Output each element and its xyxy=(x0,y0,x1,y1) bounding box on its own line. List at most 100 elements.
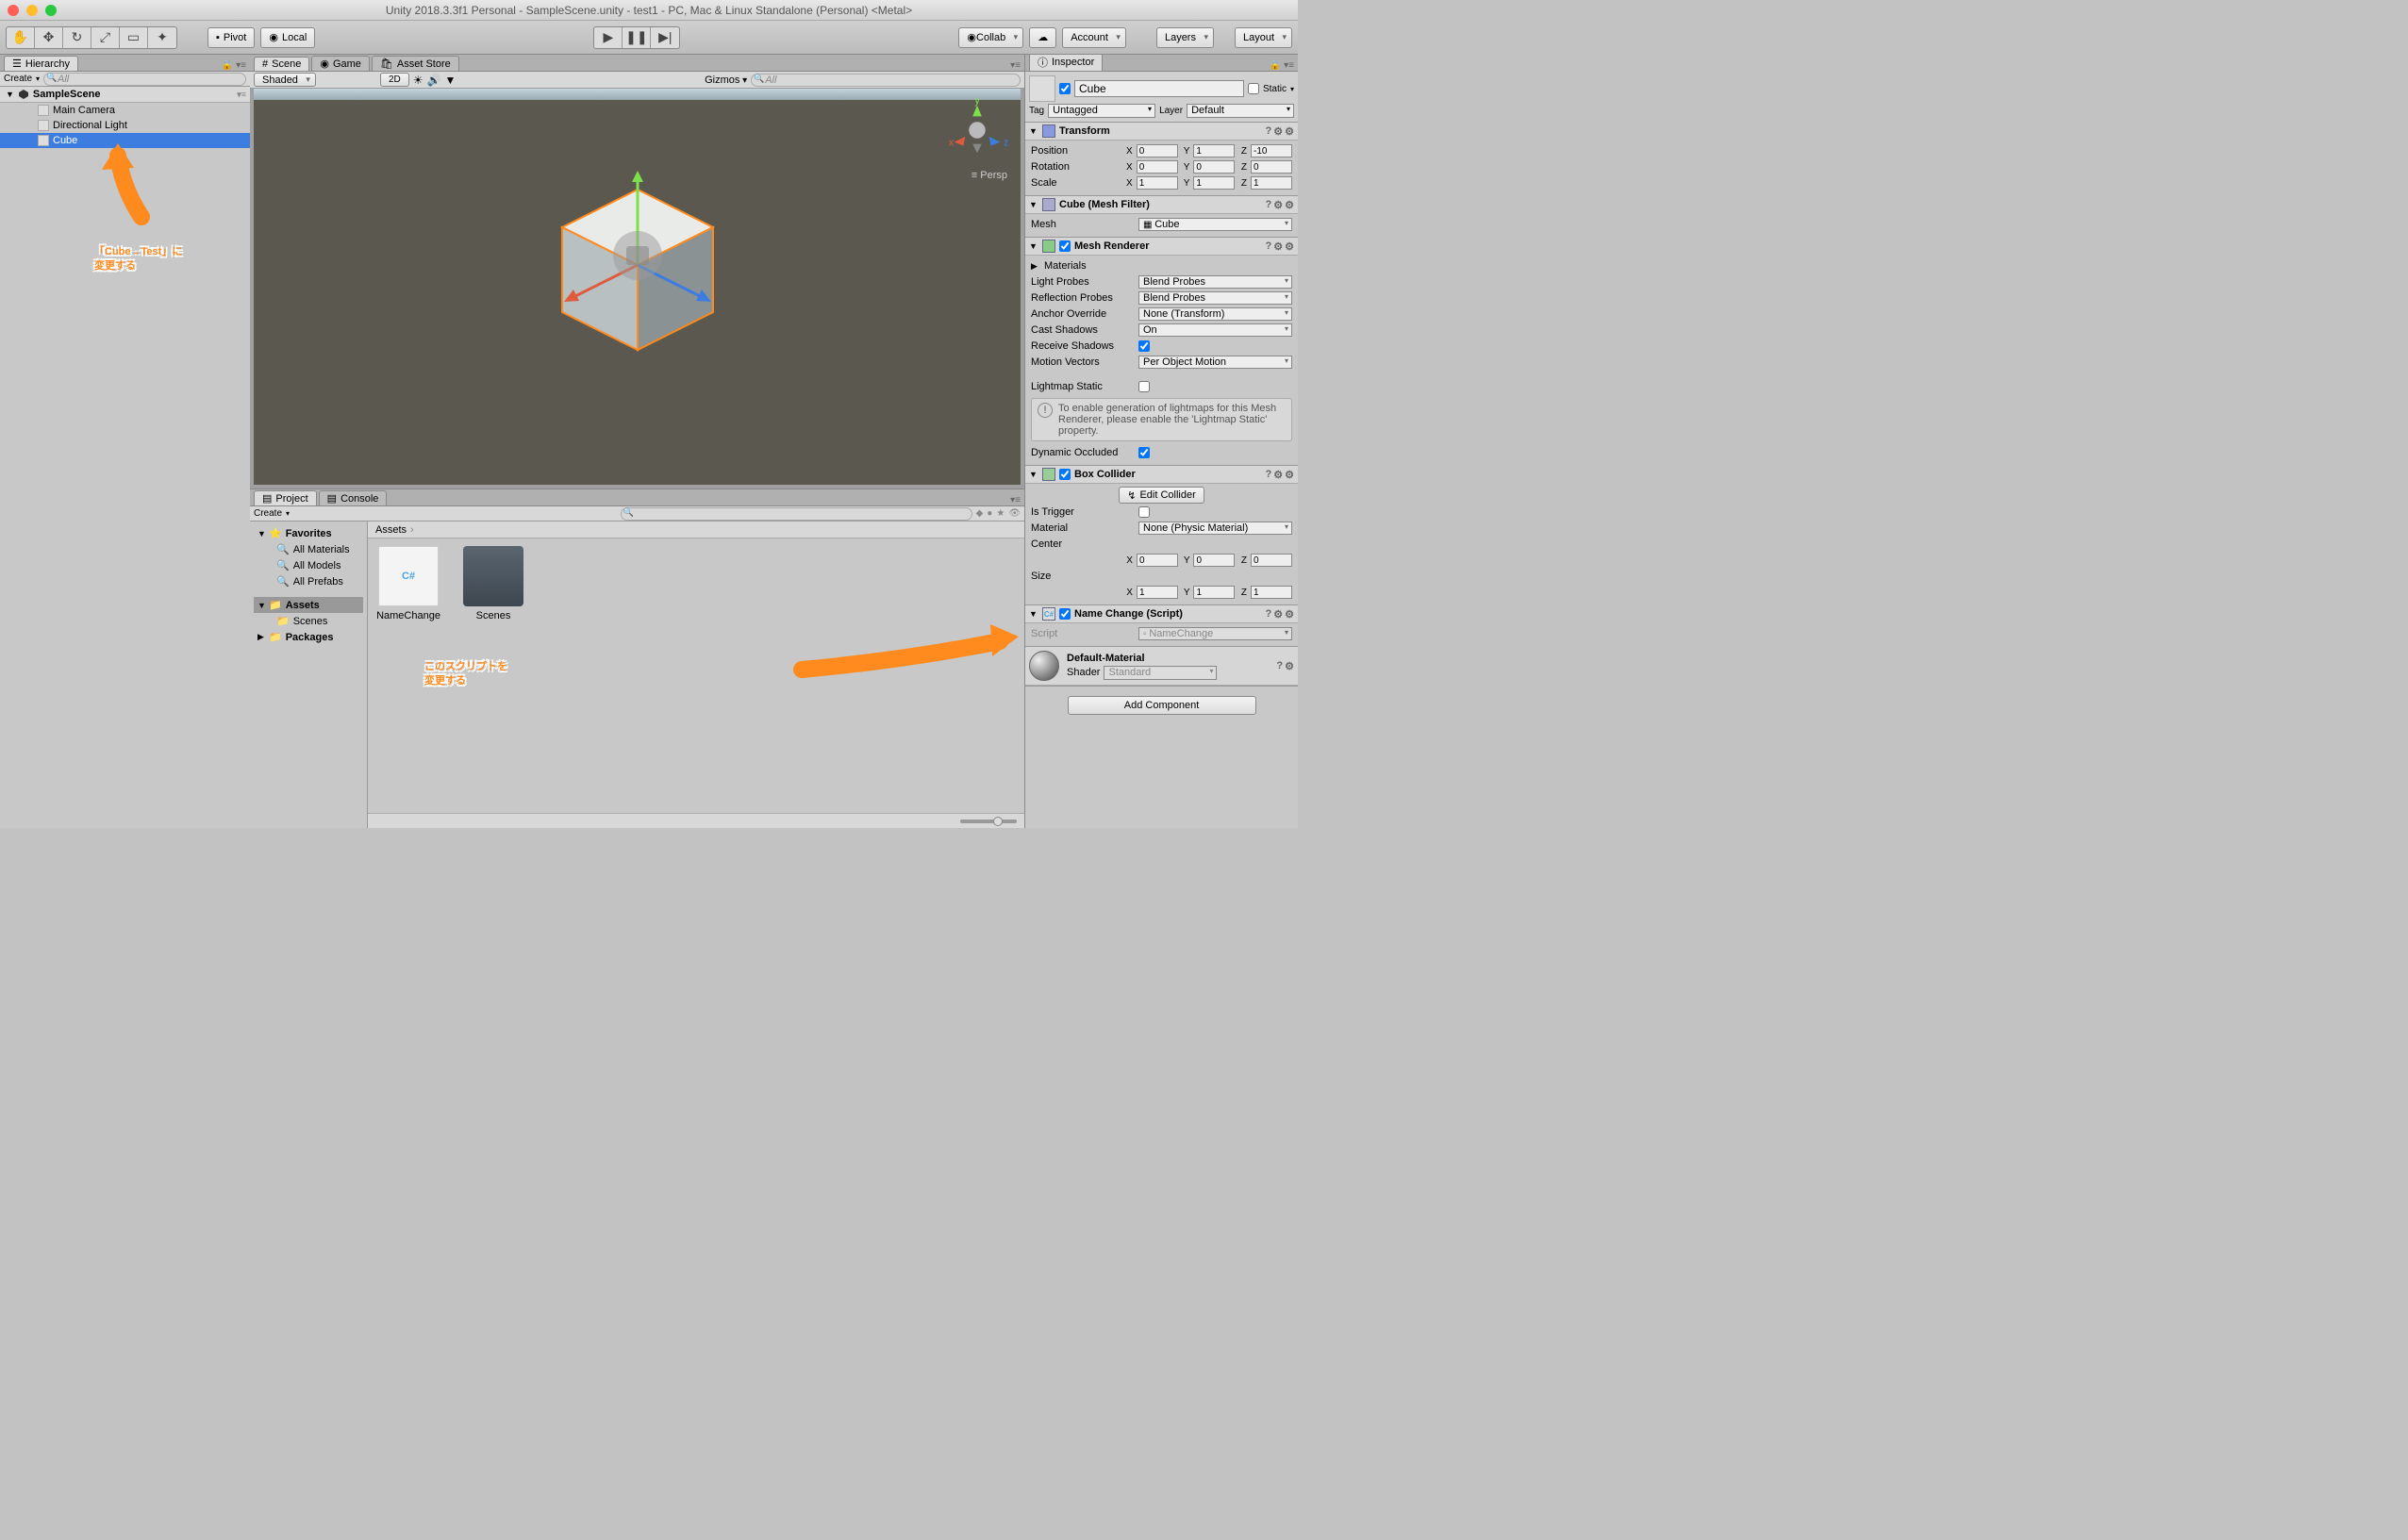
scl-x[interactable] xyxy=(1137,176,1178,190)
tag-dropdown[interactable]: Untagged xyxy=(1048,104,1155,118)
hierarchy-tab[interactable]: ☰ Hierarchy xyxy=(4,56,78,71)
pivot-toggle[interactable]: ▪ Pivot xyxy=(208,27,255,48)
gear-icon[interactable]: ⚙ xyxy=(1285,125,1294,138)
fold-icon[interactable]: ▼ xyxy=(1029,470,1038,479)
cloud-button[interactable]: ☁ xyxy=(1029,27,1056,48)
help-icon[interactable]: ? xyxy=(1266,469,1272,481)
hierarchy-create[interactable]: Create xyxy=(4,74,32,84)
size-y[interactable] xyxy=(1193,586,1235,599)
receive-shadows-checkbox[interactable] xyxy=(1138,340,1150,352)
asset-folder[interactable]: Scenes xyxy=(460,546,526,621)
light-probes-field[interactable]: Blend Probes xyxy=(1138,275,1292,289)
rotate-tool[interactable]: ↻ xyxy=(63,27,91,48)
fx-icon[interactable]: ▼ xyxy=(444,74,456,87)
help-icon[interactable]: ? xyxy=(1276,660,1283,672)
minimize-icon[interactable] xyxy=(26,5,38,16)
gear-icon[interactable]: ⚙ xyxy=(1285,660,1294,672)
local-toggle[interactable]: ◉ Local xyxy=(260,27,315,48)
help-icon[interactable]: ? xyxy=(1266,608,1272,621)
gizmos-dropdown[interactable]: Gizmos ▾ xyxy=(705,75,747,86)
rot-x[interactable] xyxy=(1137,160,1178,174)
static-checkbox[interactable] xyxy=(1248,83,1259,94)
panel-options-icon[interactable]: 🔒 ▾≡ xyxy=(222,60,246,71)
audio-icon[interactable]: 🔊 xyxy=(427,74,441,87)
lightmap-static-checkbox[interactable] xyxy=(1138,381,1150,392)
scene-view[interactable]: y z x ≡ Persp xyxy=(250,89,1024,488)
scale-tool[interactable]: ⤢ xyxy=(91,27,120,48)
size-x[interactable] xyxy=(1137,586,1178,599)
shader-dropdown[interactable]: Standard xyxy=(1104,666,1217,680)
favorite-icon[interactable]: ★ xyxy=(996,508,1005,519)
maximize-icon[interactable] xyxy=(45,5,57,16)
gear-icon[interactable]: ⚙ xyxy=(1285,199,1294,211)
lighting-icon[interactable]: ☀ xyxy=(413,74,423,87)
step-button[interactable]: ▶| xyxy=(651,27,679,48)
hidden-icon[interactable]: 👁 xyxy=(1008,508,1021,519)
layout-dropdown[interactable]: Layout xyxy=(1235,27,1292,48)
rot-y[interactable] xyxy=(1193,160,1235,174)
move-tool[interactable]: ✥ xyxy=(35,27,63,48)
pos-x[interactable] xyxy=(1137,144,1178,157)
scene-tab[interactable]: # Scene xyxy=(254,57,309,71)
renderer-enabled[interactable] xyxy=(1059,240,1071,252)
hierarchy-item-cube[interactable]: Cube xyxy=(0,133,250,148)
cube-object[interactable] xyxy=(515,152,760,397)
gear-icon[interactable]: ⚙ xyxy=(1285,469,1294,481)
favorite-item[interactable]: 🔍All Models xyxy=(254,557,363,573)
panel-options-icon[interactable]: ▾≡ xyxy=(1010,60,1021,71)
pos-z[interactable] xyxy=(1251,144,1292,157)
scene-search[interactable]: All xyxy=(751,74,1021,87)
center-y[interactable] xyxy=(1193,554,1235,567)
collab-dropdown[interactable]: ◉ Collab xyxy=(958,27,1023,48)
physic-material-field[interactable]: None (Physic Material) xyxy=(1138,522,1292,535)
game-tab[interactable]: ◉ Game xyxy=(311,56,370,71)
inspector-tab[interactable]: ⓘ Inspector xyxy=(1029,55,1103,71)
orientation-gizmo[interactable]: y z x xyxy=(945,98,1009,162)
assets-folder[interactable]: ▼📁Assets xyxy=(254,597,363,613)
preset-icon[interactable]: ⚙ xyxy=(1273,469,1283,481)
preset-icon[interactable]: ⚙ xyxy=(1273,608,1283,621)
perspective-label[interactable]: ≡ Persp xyxy=(972,170,1007,181)
pos-y[interactable] xyxy=(1193,144,1235,157)
asset-store-tab[interactable]: 🛍 Asset Store xyxy=(372,56,459,71)
center-z[interactable] xyxy=(1251,554,1292,567)
asset-script[interactable]: C# NameChange xyxy=(375,546,441,621)
help-icon[interactable]: ? xyxy=(1266,125,1272,138)
favorites-folder[interactable]: ▼⭐Favorites xyxy=(254,525,363,541)
object-name-field[interactable] xyxy=(1074,80,1244,97)
hierarchy-item-light[interactable]: Directional Light xyxy=(0,118,250,133)
layer-dropdown[interactable]: Default xyxy=(1187,104,1294,118)
rect-tool[interactable]: ▭ xyxy=(120,27,148,48)
account-dropdown[interactable]: Account xyxy=(1062,27,1126,48)
project-create[interactable]: Create xyxy=(254,508,282,519)
fold-icon[interactable]: ▼ xyxy=(1029,609,1038,619)
reflection-probes-field[interactable]: Blend Probes xyxy=(1138,291,1292,305)
hand-tool[interactable]: ✋ xyxy=(7,27,35,48)
layers-dropdown[interactable]: Layers xyxy=(1156,27,1214,48)
scene-root[interactable]: ▼ SampleScene ▾≡ xyxy=(0,87,250,103)
edit-collider-button[interactable]: ↯ Edit Collider xyxy=(1119,487,1204,504)
help-icon[interactable]: ? xyxy=(1266,240,1272,253)
shading-mode[interactable]: Shaded xyxy=(254,73,316,87)
pause-button[interactable]: ❚❚ xyxy=(623,27,651,48)
project-search[interactable] xyxy=(621,507,972,521)
cast-shadows-field[interactable]: On xyxy=(1138,323,1292,337)
script-enabled[interactable] xyxy=(1059,608,1071,620)
2d-toggle[interactable]: 2D xyxy=(380,73,409,87)
transform-tool[interactable]: ✦ xyxy=(148,27,176,48)
fold-icon[interactable]: ▼ xyxy=(1029,241,1038,251)
asset-size-slider[interactable] xyxy=(368,813,1024,828)
favorite-item[interactable]: 🔍All Materials xyxy=(254,541,363,557)
preset-icon[interactable]: ⚙ xyxy=(1273,199,1283,211)
close-icon[interactable] xyxy=(8,5,19,16)
preset-icon[interactable]: ⚙ xyxy=(1273,240,1283,253)
gear-icon[interactable]: ⚙ xyxy=(1285,240,1294,253)
console-tab[interactable]: ▤ Console xyxy=(319,490,388,505)
play-button[interactable]: ▶ xyxy=(594,27,623,48)
help-icon[interactable]: ? xyxy=(1266,199,1272,211)
project-breadcrumb[interactable]: Assets › xyxy=(368,522,1024,538)
search-filter-icon[interactable]: ● xyxy=(987,508,992,519)
motion-vectors-field[interactable]: Per Object Motion xyxy=(1138,356,1292,369)
dynamic-occluded-checkbox[interactable] xyxy=(1138,447,1150,458)
center-x[interactable] xyxy=(1137,554,1178,567)
